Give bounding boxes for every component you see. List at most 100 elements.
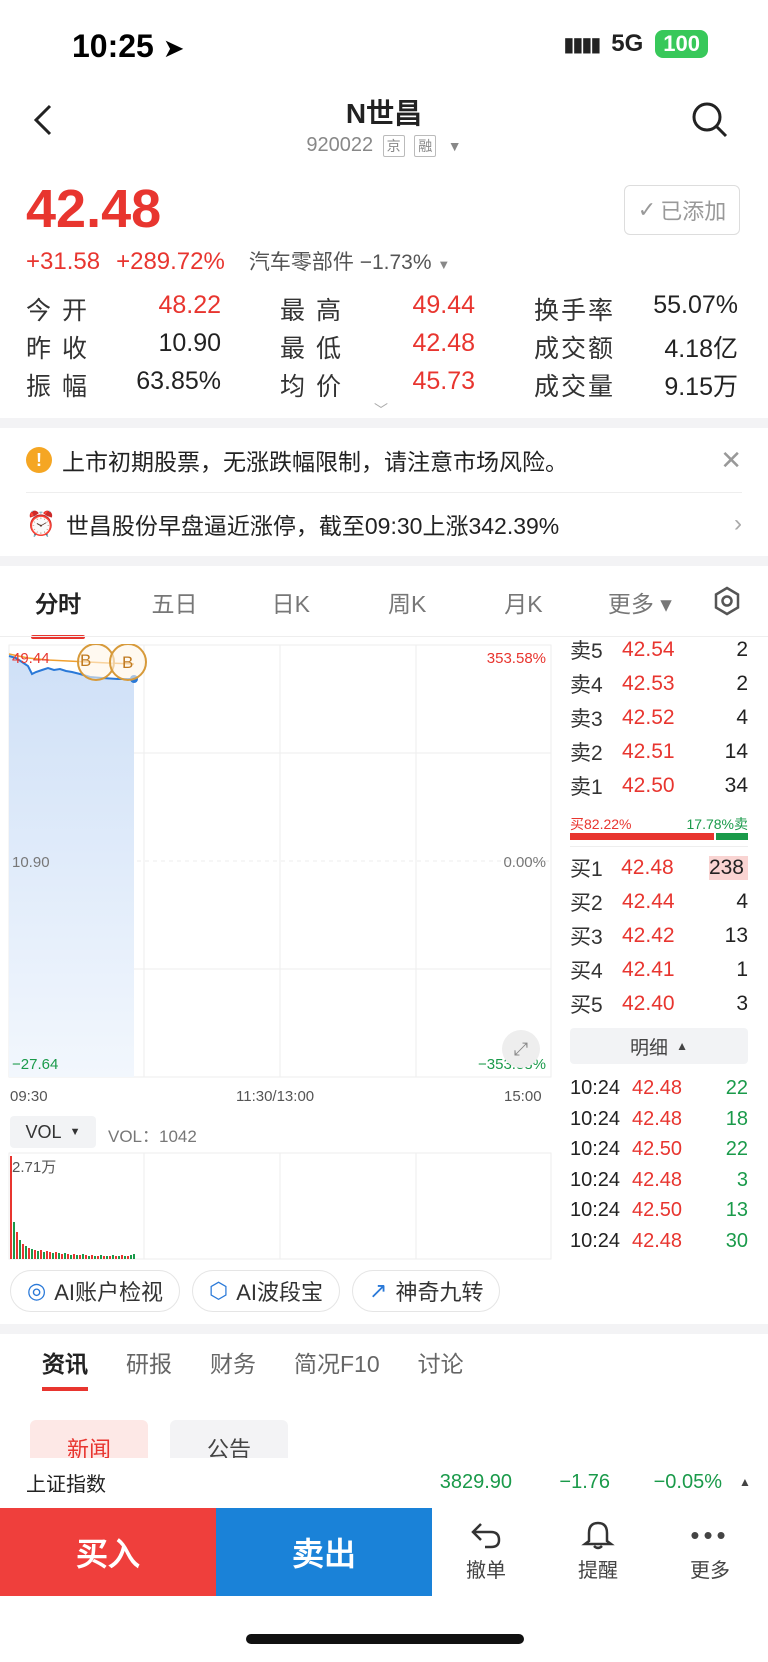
cancel-order-label: 撤单 xyxy=(466,1560,506,1582)
sector-link[interactable]: 汽车零部件 −1.73% ▼ xyxy=(249,246,450,276)
bell-icon xyxy=(581,1521,615,1550)
orderbook-price: 42.53 xyxy=(622,672,675,695)
sub-tab-news[interactable]: 新闻 xyxy=(30,1420,148,1458)
orderbook-price: 42.40 xyxy=(622,992,675,1015)
sector-pct: −1.73% xyxy=(359,251,432,274)
vol-value: VOL：1042 xyxy=(108,1127,197,1146)
orderbook-label: 买1 xyxy=(570,858,603,881)
fullscreen-icon[interactable]: ⤢ xyxy=(502,1030,540,1068)
orderbook-label: 买2 xyxy=(570,892,603,915)
tick-price: 42.50 xyxy=(632,1199,683,1221)
remind-button[interactable]: 提醒 xyxy=(550,1520,646,1583)
news-tab-3[interactable]: 简况F10 xyxy=(294,1345,380,1379)
settings-icon[interactable] xyxy=(712,586,742,621)
remind-label: 提醒 xyxy=(578,1560,618,1582)
ask-row[interactable]: 卖1 42.50 34 xyxy=(570,768,748,804)
caret-down-icon: ▼ xyxy=(447,138,462,154)
tab-3[interactable]: 周K xyxy=(349,585,465,619)
buy-ratio-bar xyxy=(570,833,714,840)
stat-label: 最 高 xyxy=(280,297,343,325)
stock-code-row[interactable]: 920022 京 融 ▼ xyxy=(0,134,768,157)
buy-button[interactable]: 买入 xyxy=(0,1508,216,1596)
tick-price: 42.48 xyxy=(632,1077,683,1099)
tick-price: 42.50 xyxy=(632,1138,683,1160)
detail-toggle[interactable]: 明细 ▲ xyxy=(570,1028,748,1064)
tick-row: 10:24 42.48 18 xyxy=(570,1104,748,1135)
orderbook-label: 卖2 xyxy=(570,742,603,765)
stat-value: 49.44 xyxy=(412,291,475,319)
intraday-chart[interactable] xyxy=(8,643,552,1089)
status-time: 10:25 ➤ xyxy=(72,28,185,64)
more-button[interactable]: ••• 更多 xyxy=(662,1520,758,1583)
close-icon[interactable]: ✕ xyxy=(720,445,742,476)
bid-row[interactable]: 买4 42.41 1 xyxy=(570,952,748,988)
news-tab-2[interactable]: 财务 xyxy=(210,1345,256,1379)
chart-hex-icon: ⬡ xyxy=(209,1278,229,1303)
volume-chart[interactable] xyxy=(8,1152,552,1267)
orderbook-label: 卖1 xyxy=(570,776,603,799)
ai-account-check-button[interactable]: ◎ AI账户检视 xyxy=(10,1270,180,1312)
tick-vol: 18 xyxy=(725,1107,748,1130)
price-change-pct: +289.72% xyxy=(116,248,225,275)
chart-tabs: 分时 五日 日K 周K 月K 更多 ▾ xyxy=(0,566,768,639)
buy-marker[interactable]: B xyxy=(80,651,91,671)
added-watchlist-button[interactable]: ✓ 已添加 xyxy=(624,185,740,235)
bid-row[interactable]: 买5 42.40 3 xyxy=(570,986,748,1022)
ai-wave-button[interactable]: ⬡ AI波段宝 xyxy=(192,1270,341,1312)
orderbook-vol: 1 xyxy=(736,958,748,981)
magic-nine-button[interactable]: ↗ 神奇九转 xyxy=(352,1270,501,1312)
tab-0[interactable]: 分时 xyxy=(0,585,116,639)
orderbook-price: 42.48 xyxy=(621,856,674,879)
check-icon: ✓ xyxy=(637,197,657,222)
alert-notice-text: 世昌股份早盘逼近涨停，截至09:30上涨342.39% xyxy=(65,513,560,539)
search-button[interactable] xyxy=(690,100,730,140)
tab-2[interactable]: 日K xyxy=(233,585,349,619)
more-dots-icon: ••• xyxy=(690,1520,730,1550)
tab-5[interactable]: 更多 ▾ xyxy=(582,585,698,619)
orderbook-price: 42.54 xyxy=(622,638,675,661)
divider xyxy=(0,556,768,566)
stat-value: 4.18亿 xyxy=(664,335,738,363)
ask-row[interactable]: 卖5 42.54 2 xyxy=(570,632,748,668)
orderbook-vol: 238 xyxy=(708,856,748,880)
stat-cell: 换手率 55.07% xyxy=(534,291,738,327)
stat-label: 昨 收 xyxy=(26,335,89,363)
index-name: 上证指数 xyxy=(26,1473,106,1496)
expand-chevron-icon[interactable]: ﹀ xyxy=(374,400,388,420)
eye-icon: ◎ xyxy=(27,1278,47,1303)
battery-icon: 100 xyxy=(655,30,708,58)
bid-row[interactable]: 买3 42.42 13 xyxy=(570,918,748,954)
stats-row: 今 开 48.22 最 高 49.44 换手率 55.07% xyxy=(26,290,738,328)
ask-row[interactable]: 卖2 42.51 14 xyxy=(570,734,748,770)
stat-cell: 振 幅 63.85% xyxy=(26,367,221,403)
vol-selector[interactable]: VOL ▼ xyxy=(10,1116,96,1148)
sub-tab-announcement[interactable]: 公告 xyxy=(170,1420,288,1458)
index-bar[interactable]: 上证指数 3829.90 −1.76 −0.05% ▲ xyxy=(0,1458,768,1506)
ask-row[interactable]: 卖4 42.53 2 xyxy=(570,666,748,702)
ask-row[interactable]: 卖3 42.52 4 xyxy=(570,700,748,736)
stat-label: 振 幅 xyxy=(26,373,89,401)
bid-row[interactable]: 买2 42.44 4 xyxy=(570,884,748,920)
tick-time: 10:24 xyxy=(570,1138,621,1160)
stat-cell: 成交额 4.18亿 xyxy=(534,329,738,365)
trend-icon: ↗ xyxy=(369,1278,388,1303)
tab-4[interactable]: 月K xyxy=(465,585,581,619)
alert-notice[interactable]: ⏰ 世昌股份早盘逼近涨停，截至09:30上涨342.39% › xyxy=(26,500,742,548)
sell-button[interactable]: 卖出 xyxy=(216,1508,432,1596)
cancel-order-button[interactable]: 撤单 xyxy=(438,1520,534,1583)
tick-vol: 3 xyxy=(736,1168,748,1191)
tab-1[interactable]: 五日 xyxy=(116,585,232,619)
orderbook-price: 42.41 xyxy=(622,958,675,981)
divider xyxy=(0,1324,768,1334)
home-indicator xyxy=(246,1634,524,1644)
bid-row[interactable]: 买1 42.48 238 xyxy=(570,850,748,886)
orderbook-price: 42.52 xyxy=(622,706,675,729)
news-tab-0[interactable]: 资讯 xyxy=(42,1345,88,1391)
undo-icon xyxy=(471,1523,501,1549)
tick-row: 10:24 42.50 13 xyxy=(570,1195,748,1226)
tick-vol: 30 xyxy=(725,1229,748,1252)
news-tabs: 资讯 研报 财务 简况F10 讨论 xyxy=(42,1345,464,1391)
news-tab-4[interactable]: 讨论 xyxy=(418,1345,464,1379)
news-tab-1[interactable]: 研报 xyxy=(126,1345,172,1379)
buy-marker[interactable]: B xyxy=(122,653,133,673)
